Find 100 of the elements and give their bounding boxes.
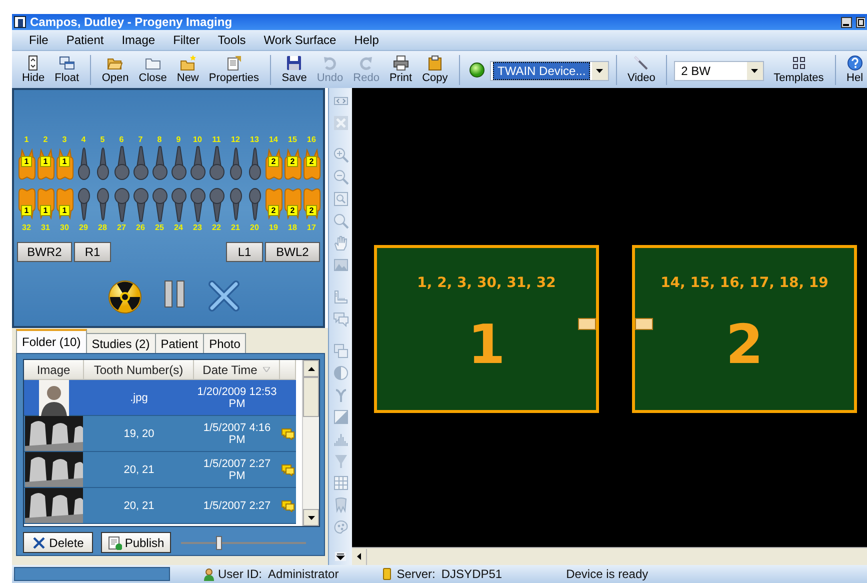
redo-icon <box>358 55 374 71</box>
tooth-icon[interactable] <box>112 188 130 222</box>
toolbar-button[interactable]: Hide <box>18 54 49 85</box>
window-title: Campos, Dudley - Progeny Imaging <box>30 15 232 29</box>
slider-thumb[interactable] <box>216 536 222 550</box>
table-cell[interactable]: 19, 20 <box>84 416 194 452</box>
tab[interactable]: Patient <box>154 333 204 353</box>
tooth-number: 2 <box>42 134 49 146</box>
tab[interactable]: Studies (2) <box>86 333 156 353</box>
connector-handle[interactable] <box>635 318 653 330</box>
tooth-number: 17 <box>306 222 317 234</box>
dropdown[interactable]: 2 BW <box>674 61 764 81</box>
help-icon <box>846 55 863 71</box>
table-cell[interactable]: 1/5/2007 2:27 <box>194 488 280 524</box>
table-cell[interactable] <box>280 452 296 488</box>
tooth-icon[interactable] <box>188 146 206 180</box>
toolbar-button[interactable]: New <box>172 54 203 85</box>
table-cell[interactable]: 1/5/2007 2:27 PM <box>194 452 280 488</box>
toolbar-button[interactable]: Close <box>134 54 171 85</box>
cancel-icon[interactable] <box>208 280 240 312</box>
table-cell[interactable]: 20, 21 <box>84 452 194 488</box>
template-button[interactable]: BWR2 <box>17 242 72 262</box>
tooth-icon[interactable] <box>132 146 150 180</box>
wand-icon <box>633 55 650 71</box>
dropdown[interactable]: TWAIN Device... <box>490 61 609 81</box>
tooth-number: 27 <box>116 222 127 234</box>
minimize-icon[interactable] <box>841 16 852 28</box>
radiation-icon[interactable] <box>108 280 142 314</box>
hand-icon[interactable] <box>332 235 348 251</box>
tooth-icon[interactable] <box>188 188 206 222</box>
template-button[interactable]: R1 <box>74 242 111 262</box>
table-cell[interactable] <box>280 416 296 452</box>
tooth-badge: 2 <box>306 156 317 167</box>
table-cell[interactable] <box>280 488 296 524</box>
tooth-badge: 2 <box>287 156 298 167</box>
pause-icon[interactable] <box>164 280 186 308</box>
tooth-number: 10 <box>192 134 203 146</box>
contrast-icon[interactable] <box>332 365 348 381</box>
menu-item[interactable]: Work Surface <box>254 33 346 47</box>
template-teeth: 1, 2, 3, 30, 31, 32 <box>417 275 556 291</box>
tooth-number: 4 <box>80 134 87 146</box>
tooth-icon[interactable] <box>150 146 168 180</box>
tooth-number: 14 <box>268 134 279 146</box>
tooth-badge: 2 <box>306 205 317 216</box>
tooth-number: 30 <box>59 222 70 234</box>
action-button[interactable]: Delete <box>23 532 93 553</box>
left-arrow-icon <box>357 553 361 560</box>
table-cell[interactable]: 20, 21 <box>84 488 194 524</box>
toolbar-button[interactable]: Hel <box>842 54 867 85</box>
template-card[interactable]: 1, 2, 3, 30, 31, 32 1 <box>374 245 599 413</box>
column-header[interactable]: Image <box>24 360 84 380</box>
menu-item[interactable]: File <box>20 33 58 47</box>
toolbar-button[interactable]: Video <box>623 54 660 85</box>
tooth-number: 23 <box>192 222 203 234</box>
tooth-icon[interactable] <box>132 188 150 222</box>
toolbar-button[interactable]: Float <box>50 54 84 85</box>
column-title: Tooth Number(s) <box>94 362 184 376</box>
scrollbar[interactable] <box>302 360 319 526</box>
menu-item[interactable]: Help <box>345 33 388 47</box>
dropdown-arrow-icon[interactable] <box>335 552 346 561</box>
menu-item[interactable]: Tools <box>208 33 255 47</box>
gradient-icon[interactable] <box>332 409 348 425</box>
toolbar-button[interactable]: Properties <box>204 54 264 85</box>
tooth-icon[interactable] <box>150 188 168 222</box>
column-header[interactable]: Tooth Number(s) <box>84 360 194 380</box>
tooth-icon[interactable] <box>208 188 226 222</box>
template-card[interactable]: 14, 15, 16, 17, 18, 19 2 <box>632 245 857 413</box>
table-cell[interactable]: 1/5/2007 4:16 PM <box>194 416 280 452</box>
toolbar-button[interactable]: Print <box>385 54 416 85</box>
toolbar-button[interactable]: Save <box>278 54 311 85</box>
toolbar-button[interactable]: Copy <box>418 54 452 85</box>
tooth-number: 32 <box>21 222 32 234</box>
menu-item[interactable]: Image <box>112 33 164 47</box>
column-title: Date Time <box>202 362 258 376</box>
windows-icon <box>58 55 75 71</box>
menu-item[interactable]: Patient <box>57 33 113 47</box>
horizontal-scrollbar[interactable] <box>352 547 867 565</box>
speech-bubbles-icon <box>281 464 295 476</box>
table-cell[interactable]: 1/20/2009 12:53 PM <box>194 380 280 416</box>
template-button[interactable]: L1 <box>226 242 263 262</box>
size-slider[interactable] <box>181 534 306 550</box>
tooth-icon[interactable] <box>208 146 226 180</box>
scrollbar-thumb[interactable] <box>303 377 319 417</box>
tab[interactable]: Photo <box>203 333 246 353</box>
table-cell[interactable] <box>280 380 296 416</box>
menu-item[interactable]: Filter <box>164 33 209 47</box>
tooth-icon[interactable] <box>112 146 130 180</box>
maximize-icon[interactable] <box>856 16 865 28</box>
tooth-badge: 2 <box>268 156 279 167</box>
tooth-icon[interactable] <box>170 146 188 180</box>
column-header[interactable]: Date Time <box>194 360 280 380</box>
table-cell[interactable]: .jpg <box>84 380 194 416</box>
connector-handle[interactable] <box>578 318 596 330</box>
tooth-icon[interactable] <box>170 188 188 222</box>
template-button[interactable]: BWL2 <box>265 242 320 262</box>
grid-icon[interactable] <box>332 475 348 491</box>
tab[interactable]: Folder (10) <box>16 329 87 353</box>
toolbar-button[interactable]: Templates <box>770 54 828 85</box>
action-button[interactable]: Publish <box>101 532 171 553</box>
toolbar-button[interactable]: Open <box>98 54 133 85</box>
